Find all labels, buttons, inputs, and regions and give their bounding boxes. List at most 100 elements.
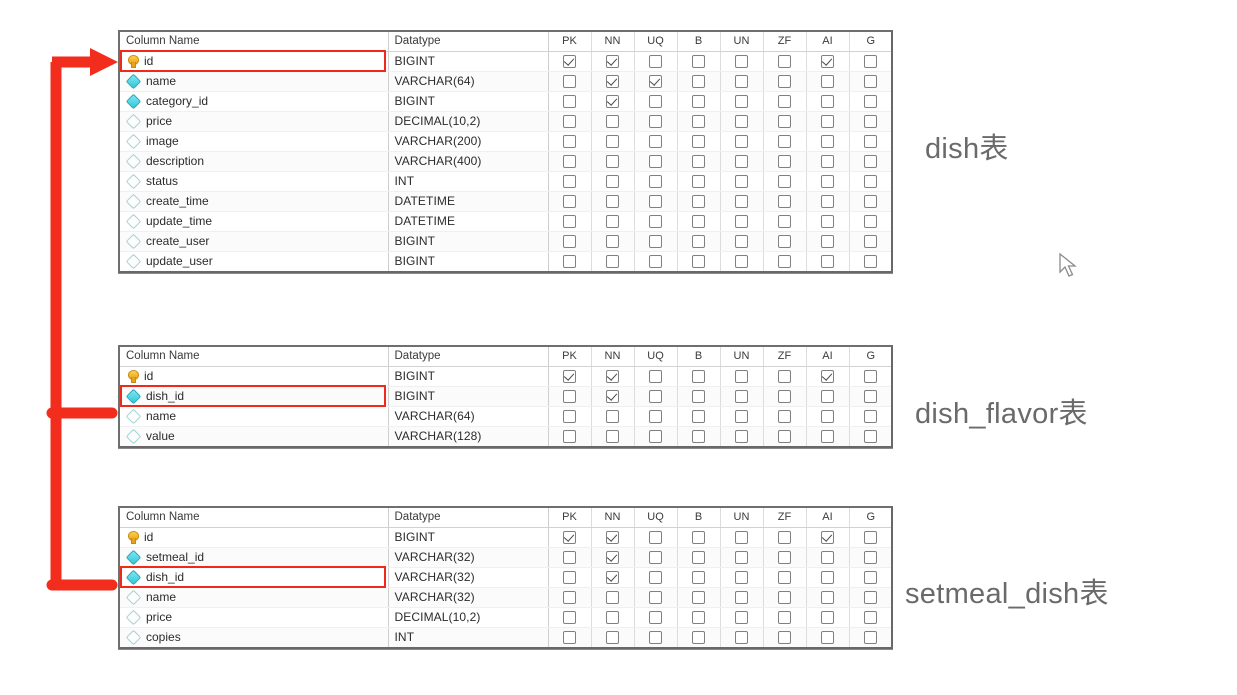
checkbox-b-unchecked[interactable]	[692, 195, 705, 209]
flag-cell-b[interactable]	[677, 627, 721, 647]
flag-cell-uq[interactable]	[634, 426, 678, 446]
checkbox-un-unchecked[interactable]	[735, 591, 748, 605]
checkbox-un-unchecked[interactable]	[735, 430, 748, 444]
flag-cell-g[interactable]	[849, 627, 891, 647]
flag-cell-b[interactable]	[677, 607, 721, 628]
column-datatype-cell[interactable]: BIGINT	[388, 386, 549, 407]
checkbox-g-unchecked[interactable]	[864, 390, 878, 404]
flag-cell-un[interactable]	[720, 71, 764, 92]
flag-cell-pk[interactable]	[548, 366, 592, 387]
column-header-flag-zf[interactable]: ZF	[763, 508, 807, 528]
flag-cell-un[interactable]	[720, 567, 764, 588]
checkbox-ai-unchecked[interactable]	[821, 551, 834, 565]
flag-cell-g[interactable]	[849, 587, 891, 608]
checkbox-pk-unchecked[interactable]	[563, 631, 576, 645]
column-name-cell[interactable]: name	[120, 71, 389, 92]
checkbox-ai-unchecked[interactable]	[821, 571, 834, 585]
flag-cell-un[interactable]	[720, 151, 764, 172]
table-row[interactable]: description VARCHAR(400)	[120, 151, 891, 172]
checkbox-ai-unchecked[interactable]	[821, 255, 834, 269]
flag-cell-zf[interactable]	[763, 527, 807, 548]
checkbox-g-unchecked[interactable]	[864, 410, 878, 424]
flag-cell-b[interactable]	[677, 91, 721, 112]
column-datatype-cell[interactable]: INT	[388, 171, 549, 192]
flag-cell-g[interactable]	[849, 71, 891, 92]
column-name-cell[interactable]: id	[120, 527, 389, 548]
checkbox-g-unchecked[interactable]	[864, 235, 878, 249]
flag-cell-nn[interactable]	[591, 386, 635, 407]
checkbox-g-unchecked[interactable]	[864, 631, 878, 645]
flag-cell-uq[interactable]	[634, 627, 678, 647]
column-datatype-cell[interactable]: BIGINT	[388, 366, 549, 387]
column-header-flag-un[interactable]: UN	[720, 508, 764, 528]
checkbox-zf-unchecked[interactable]	[778, 390, 791, 404]
flag-cell-g[interactable]	[849, 527, 891, 548]
flag-cell-un[interactable]	[720, 366, 764, 387]
flag-cell-b[interactable]	[677, 587, 721, 608]
table-row[interactable]: image VARCHAR(200)	[120, 131, 891, 152]
flag-cell-ai[interactable]	[806, 231, 850, 252]
flag-cell-un[interactable]	[720, 547, 764, 568]
checkbox-un-unchecked[interactable]	[735, 135, 748, 149]
flag-cell-un[interactable]	[720, 211, 764, 232]
column-header-flag-uq[interactable]: UQ	[634, 32, 678, 52]
column-header-flag-g[interactable]: G	[849, 32, 891, 52]
checkbox-b-unchecked[interactable]	[692, 55, 705, 69]
column-name-cell[interactable]: create_user	[120, 231, 389, 252]
flag-cell-g[interactable]	[849, 426, 891, 446]
checkbox-zf-unchecked[interactable]	[778, 410, 791, 424]
flag-cell-pk[interactable]	[548, 91, 592, 112]
table-row[interactable]: create_user BIGINT	[120, 231, 891, 252]
checkbox-uq-unchecked[interactable]	[649, 135, 662, 149]
flag-cell-pk[interactable]	[548, 111, 592, 132]
column-header-flag-zf[interactable]: ZF	[763, 32, 807, 52]
flag-cell-un[interactable]	[720, 191, 764, 212]
flag-cell-nn[interactable]	[591, 131, 635, 152]
checkbox-uq-unchecked[interactable]	[649, 235, 662, 249]
checkbox-pk-checked[interactable]	[563, 531, 576, 545]
checkbox-b-unchecked[interactable]	[692, 410, 705, 424]
flag-cell-uq[interactable]	[634, 191, 678, 212]
checkbox-b-unchecked[interactable]	[692, 155, 705, 169]
checkbox-zf-unchecked[interactable]	[778, 135, 791, 149]
checkbox-b-unchecked[interactable]	[692, 551, 705, 565]
checkbox-g-unchecked[interactable]	[864, 95, 878, 109]
checkbox-g-unchecked[interactable]	[864, 370, 878, 384]
flag-cell-un[interactable]	[720, 587, 764, 608]
table-row[interactable]: id BIGINT	[120, 366, 891, 387]
column-header-flag-b[interactable]: B	[677, 32, 721, 52]
checkbox-un-unchecked[interactable]	[735, 551, 748, 565]
flag-cell-nn[interactable]	[591, 231, 635, 252]
flag-cell-b[interactable]	[677, 386, 721, 407]
flag-cell-zf[interactable]	[763, 71, 807, 92]
checkbox-zf-unchecked[interactable]	[778, 175, 791, 189]
checkbox-un-unchecked[interactable]	[735, 571, 748, 585]
checkbox-g-unchecked[interactable]	[864, 215, 878, 229]
checkbox-ai-unchecked[interactable]	[821, 75, 834, 89]
table-row[interactable]: price DECIMAL(10,2)	[120, 607, 891, 628]
column-name-cell[interactable]: price	[120, 607, 389, 628]
column-header-flag-nn[interactable]: NN	[591, 508, 635, 528]
table-row[interactable]: value VARCHAR(128)	[120, 426, 891, 446]
checkbox-nn-unchecked[interactable]	[606, 175, 619, 189]
checkbox-ai-unchecked[interactable]	[821, 135, 834, 149]
flag-cell-pk[interactable]	[548, 211, 592, 232]
checkbox-un-unchecked[interactable]	[735, 115, 748, 129]
column-header-flag-pk[interactable]: PK	[548, 347, 592, 367]
flag-cell-ai[interactable]	[806, 51, 850, 72]
flag-cell-nn[interactable]	[591, 91, 635, 112]
flag-cell-uq[interactable]	[634, 607, 678, 628]
checkbox-zf-unchecked[interactable]	[778, 115, 791, 129]
checkbox-pk-checked[interactable]	[563, 55, 576, 69]
checkbox-un-unchecked[interactable]	[735, 195, 748, 209]
checkbox-g-unchecked[interactable]	[864, 75, 878, 89]
checkbox-ai-unchecked[interactable]	[821, 390, 834, 404]
checkbox-nn-unchecked[interactable]	[606, 155, 619, 169]
checkbox-pk-unchecked[interactable]	[563, 591, 576, 605]
flag-cell-nn[interactable]	[591, 251, 635, 271]
checkbox-pk-unchecked[interactable]	[563, 175, 576, 189]
flag-cell-pk[interactable]	[548, 627, 592, 647]
table-columns-grid-dish-flavor[interactable]: Column Name Datatype PK NN UQ B UN ZF AI Gid BIGIN…	[118, 345, 893, 448]
flag-cell-b[interactable]	[677, 406, 721, 427]
table-columns-grid-dish[interactable]: Column Name Datatype PK NN UQ B UN ZF AI Gid BIGIN…	[118, 30, 893, 273]
